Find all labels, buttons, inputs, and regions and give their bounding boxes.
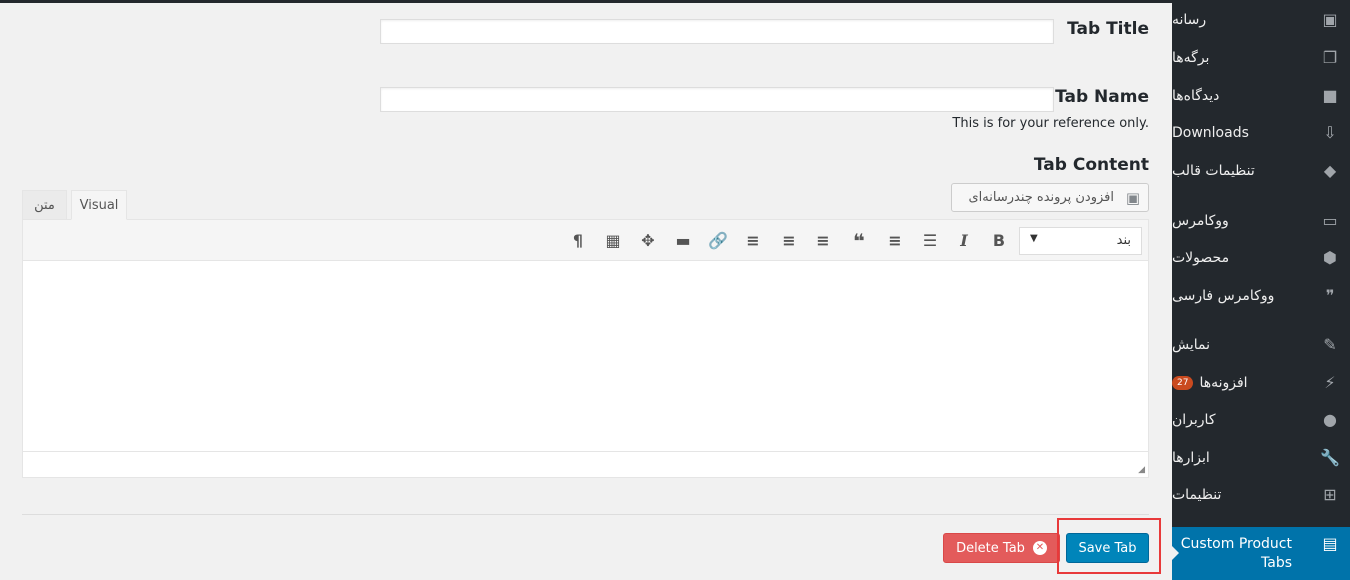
highlight-box <box>1057 518 1161 574</box>
tab-name-help: This is for your reference only. <box>952 116 1149 131</box>
tab-title-input[interactable] <box>380 19 1054 44</box>
read-more-icon[interactable]: ▬ <box>672 231 694 251</box>
sidebar-item-label: محصولات <box>1172 250 1230 266</box>
delete-tab-button[interactable]: Delete Tab ✕ <box>943 533 1060 563</box>
tab-name-label: Tab Name <box>1055 87 1149 107</box>
sidebar-item[interactable]: ■ دیدگاه‌ها <box>1172 79 1350 113</box>
custom-tabs-icon: ▤ <box>1322 534 1338 553</box>
tools-wrench-icon: 🔧 <box>1320 448 1340 467</box>
delete-tab-label: Delete Tab <box>956 540 1025 556</box>
products-box-icon: ⬢ <box>1323 248 1337 267</box>
woo-persian-icon: ❞ <box>1325 286 1335 305</box>
divider <box>22 514 1149 515</box>
sidebar-item[interactable]: ✎ نمایش <box>1172 328 1350 362</box>
sidebar-item[interactable]: ❐ برگه‌ها <box>1172 41 1350 75</box>
sidebar-item-label: تنظیمات قالب <box>1172 163 1255 179</box>
add-media-label: افزودن پرونده چندرسانه‌ای <box>968 190 1115 205</box>
italic-icon[interactable]: I <box>953 231 975 251</box>
top-bar <box>0 0 1172 3</box>
content-editor[interactable]: بند ▼ B I ☰ ≡ ❝ ≡ ≡ ≡ 🔗 ▬ ✥ ▦ ¶ ◢ <box>22 219 1149 478</box>
sidebar-item-label: تنظیمات <box>1172 487 1222 503</box>
theme-settings-icon: ◆ <box>1323 161 1337 180</box>
format-select-value: بند <box>1116 233 1131 248</box>
users-icon: ● <box>1323 410 1337 429</box>
tab-name-input[interactable] <box>380 87 1054 112</box>
format-select[interactable]: بند ▼ <box>1019 227 1142 255</box>
sidebar-item-label: برگه‌ها <box>1172 50 1210 66</box>
tab-visual[interactable]: Visual <box>71 190 127 220</box>
bold-icon[interactable]: B <box>988 231 1010 251</box>
rtl-paragraph-icon[interactable]: ¶ <box>567 231 589 251</box>
sidebar-item[interactable]: ◆ تنظیمات قالب <box>1172 154 1350 188</box>
pages-icon: ❐ <box>1322 48 1338 67</box>
appearance-brush-icon: ✎ <box>1323 335 1337 354</box>
comments-icon: ■ <box>1322 86 1338 105</box>
editor-toolbar: بند ▼ B I ☰ ≡ ❝ ≡ ≡ ≡ 🔗 ▬ ✥ ▦ ¶ <box>23 220 1148 261</box>
align-right-icon[interactable]: ≡ <box>742 231 764 251</box>
resize-handle-icon[interactable]: ◢ <box>1138 465 1145 475</box>
add-media-button[interactable]: ▣ افزودن پرونده چندرسانه‌ای <box>951 183 1149 212</box>
link-icon[interactable]: 🔗 <box>707 231 729 251</box>
align-center-icon[interactable]: ≡ <box>778 231 800 251</box>
sidebar-item[interactable]: ❞ ووکامرس فارسی <box>1172 279 1350 313</box>
sidebar-item-label: کاربران <box>1172 412 1216 428</box>
settings-icon: ⊞ <box>1323 485 1337 504</box>
woo-icon: ▭ <box>1322 211 1338 230</box>
tab-text[interactable]: متن <box>22 190 67 220</box>
update-count-badge: 27 <box>1172 376 1194 390</box>
sidebar-item-label: ووکامرس <box>1172 213 1229 229</box>
admin-sidebar: ▣ رسانه ❐ برگه‌ها ■ دیدگاه‌ها ⇩ Downloads ◆ تنظیم… <box>1171 0 1350 580</box>
close-circle-icon: ✕ <box>1032 541 1047 555</box>
sidebar-item-label: ووکامرس فارسی <box>1172 288 1275 304</box>
fullscreen-icon[interactable]: ✥ <box>637 231 659 251</box>
numbered-list-icon[interactable]: ≡ <box>884 231 906 251</box>
editor-statusbar: ◢ <box>23 451 1148 477</box>
bullet-list-icon[interactable]: ☰ <box>919 231 941 251</box>
sidebar-item[interactable]: ● کاربران <box>1172 403 1350 437</box>
tab-title-label: Tab Title <box>1067 19 1149 39</box>
blockquote-icon[interactable]: ❝ <box>848 231 870 251</box>
sidebar-item-label: افزونه‌ها <box>1199 375 1248 391</box>
sidebar-item-custom-product-tabs[interactable]: ▤ Custom Product Tabs <box>1171 527 1350 580</box>
sidebar-item[interactable]: ⬢ محصولات <box>1172 241 1350 275</box>
sidebar-item[interactable]: ⚡ افزونه‌ها 27 <box>1172 366 1350 400</box>
sidebar-item-label: نمایش <box>1172 337 1211 353</box>
sidebar-item-label: Downloads <box>1172 125 1249 141</box>
sidebar-item-label: رسانه <box>1172 12 1207 28</box>
plugins-icon: ⚡ <box>1324 373 1336 392</box>
sidebar-item[interactable]: ▭ ووکامرس <box>1172 204 1350 238</box>
media-icon: ▣ <box>1322 10 1338 29</box>
toolbar-toggle-icon[interactable]: ▦ <box>602 231 624 251</box>
sidebar-item-label: دیدگاه‌ها <box>1172 88 1220 104</box>
tab-content-label: Tab Content <box>1033 155 1149 175</box>
align-left-icon[interactable]: ≡ <box>812 231 834 251</box>
chevron-down-icon: ▼ <box>1030 233 1038 244</box>
sidebar-item[interactable]: ⇩ Downloads <box>1172 116 1350 150</box>
sidebar-item[interactable]: 🔧 ابزارها <box>1172 441 1350 475</box>
sidebar-item-label: Custom Product Tabs <box>1180 535 1292 571</box>
sidebar-item-label: ابزارها <box>1172 450 1210 466</box>
sidebar-item[interactable]: ⊞ تنظیمات <box>1172 478 1350 512</box>
sidebar-item[interactable]: ▣ رسانه <box>1172 3 1350 37</box>
download-icon: ⇩ <box>1323 123 1337 142</box>
media-icon: ▣ <box>1125 189 1140 207</box>
